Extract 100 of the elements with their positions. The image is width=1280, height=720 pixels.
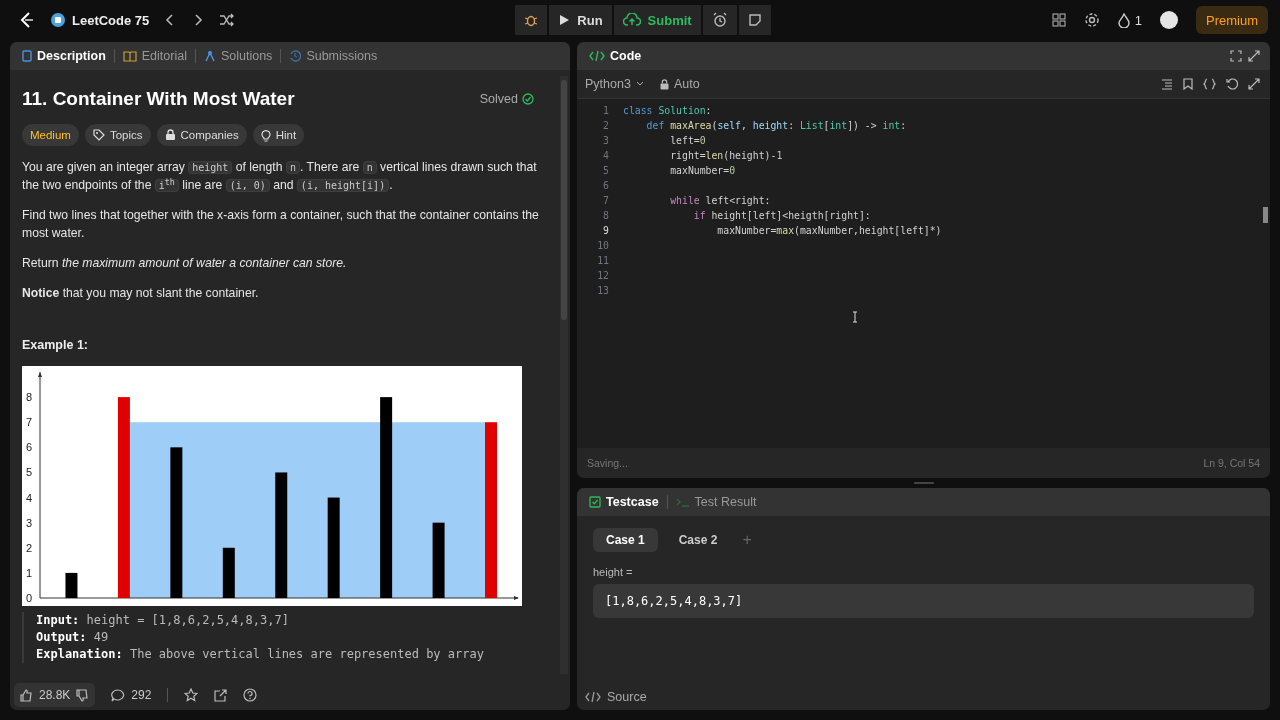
- like-count: 28.8K: [39, 688, 71, 702]
- scrollbar[interactable]: [1263, 207, 1268, 223]
- code-line: left=0: [669, 135, 706, 146]
- bookmark-icon[interactable]: [1183, 78, 1193, 90]
- tag-icon: [92, 129, 105, 141]
- tick-label: 1: [25, 566, 32, 579]
- tick-label: 7: [25, 416, 32, 429]
- tag-button[interactable]: Hint: [252, 124, 305, 146]
- braces-icon[interactable]: [1203, 78, 1216, 90]
- panel-tab[interactable]: Submissions: [287, 49, 380, 63]
- debug-button[interactable]: [515, 5, 548, 35]
- difficulty-badge: Medium: [22, 124, 79, 146]
- save-status: Saving...: [587, 457, 628, 469]
- text-cursor-icon: [852, 311, 858, 323]
- layout-icon[interactable]: [1051, 13, 1066, 27]
- panel-tab[interactable]: Editorial: [120, 49, 189, 63]
- example-heading: Example 1:: [22, 338, 89, 352]
- panel-tab[interactable]: Code: [587, 49, 644, 63]
- line-number: 13: [596, 285, 609, 296]
- bug-icon: [524, 13, 539, 27]
- help-icon[interactable]: [243, 688, 258, 702]
- description-text: Find two lines that together with the x-axis form a container, such that the container contains the most water.: [22, 207, 540, 242]
- line-number: 10: [596, 240, 609, 251]
- description-text: You are given an integer array height of length n . There are n vertical lines drawn such that the two endpoints of the i$^{th}$ line are (i, 0) and (i, height[i]) .: [22, 159, 538, 194]
- line-number: 2: [602, 120, 609, 131]
- comment-icon[interactable]: [111, 688, 126, 702]
- line-number: 7: [602, 195, 609, 206]
- code-line: right=len(height)-1: [669, 150, 783, 161]
- description-text: Return the maximum amount of water a container can store.: [22, 255, 348, 272]
- line-number: 11: [596, 255, 609, 266]
- line-number: 9: [602, 225, 609, 236]
- fullscreen-icon[interactable]: [1248, 50, 1260, 62]
- panel-tab[interactable]: Testcase: [587, 495, 661, 509]
- panel-tab[interactable]: Description: [20, 49, 108, 63]
- document-icon: [22, 50, 32, 62]
- alarm-icon: [711, 12, 728, 28]
- note-icon: [747, 13, 762, 27]
- tick-label: 4: [25, 491, 32, 504]
- example-text: Explanation: The above vertical lines are represented by array: [36, 646, 485, 663]
- code-line: if height[left]<heigth[right]:: [692, 210, 871, 221]
- settings-icon[interactable]: [1083, 12, 1100, 28]
- comment-count[interactable]: 292: [131, 688, 152, 702]
- code-line: def maxArea(self, height: List[int]) -> int:: [645, 120, 907, 131]
- code-line: maxNumber=0: [669, 165, 736, 176]
- description-text: Notice that you may not slant the container.: [22, 285, 260, 302]
- line-number: 6: [602, 180, 609, 191]
- maximize-icon[interactable]: [1230, 50, 1242, 62]
- premium-button[interactable]: Premium: [1196, 6, 1268, 34]
- streak-counter[interactable]: 1: [1117, 12, 1142, 28]
- tag-button[interactable]: Topics: [84, 124, 151, 146]
- tick-label: 2: [25, 541, 32, 554]
- lightbulb-icon: [260, 128, 271, 142]
- line-number: 4: [602, 150, 609, 161]
- study-plan-button[interactable]: LeetCode 75: [50, 12, 150, 28]
- solved-status: Solved: [479, 92, 518, 106]
- cloud-upload-icon: [622, 13, 641, 27]
- tick-label: 3: [25, 516, 32, 529]
- lock-icon: [164, 129, 176, 141]
- run-button[interactable]: Run: [549, 5, 612, 35]
- tick-label: 5: [25, 466, 32, 479]
- tick-label: 8: [25, 391, 32, 404]
- cursor-position: Ln 9, Col 54: [1203, 457, 1260, 469]
- chevron-down-icon: [635, 81, 644, 87]
- line-number: 5: [602, 165, 609, 176]
- case-tab[interactable]: Case 1: [593, 528, 658, 552]
- code-line: maxNumber=max(maxNumber,height[left]*): [716, 225, 942, 236]
- thumbs-down-icon[interactable]: [76, 688, 90, 702]
- code-icon: [589, 50, 605, 62]
- scrollbar[interactable]: [560, 76, 568, 674]
- reset-icon[interactable]: [1226, 78, 1238, 90]
- history-icon: [289, 50, 302, 62]
- language-dropdown[interactable]: Python3: [585, 77, 644, 91]
- format-icon[interactable]: [1161, 78, 1173, 90]
- star-icon[interactable]: [184, 688, 199, 702]
- tag-button[interactable]: Companies: [156, 124, 247, 146]
- source-link[interactable]: Source: [607, 690, 647, 704]
- panel-tab[interactable]: Test Result: [673, 495, 759, 509]
- code-line: class Solution:: [623, 105, 712, 116]
- shuffle-icon[interactable]: [219, 13, 236, 27]
- auto-mode-button[interactable]: Auto: [659, 77, 700, 91]
- avatar-icon[interactable]: [1160, 11, 1178, 29]
- submit-button[interactable]: Submit: [613, 5, 701, 35]
- expand-icon[interactable]: [1248, 78, 1260, 90]
- tick-label: 0: [25, 592, 32, 604]
- input-field[interactable]: [1,8,6,2,5,4,8,3,7]: [593, 584, 1254, 618]
- line-number: 3: [602, 135, 609, 146]
- terminal-icon: [675, 496, 690, 508]
- share-icon[interactable]: [214, 688, 228, 702]
- problem-title: 11. Container With Most Water: [22, 88, 295, 110]
- lock-icon: [659, 78, 669, 90]
- panel-tab[interactable]: Solutions: [201, 49, 275, 63]
- checkbox-icon: [589, 496, 601, 508]
- note-button[interactable]: [738, 5, 771, 35]
- case-tab[interactable]: Case 2: [665, 528, 731, 552]
- code-icon: [585, 691, 601, 703]
- vote-group[interactable]: 28.8K: [14, 683, 96, 707]
- thumbs-up-icon[interactable]: [20, 688, 33, 702]
- book-icon: [122, 50, 137, 62]
- alarm-button[interactable]: [702, 5, 737, 35]
- tick-label: 6: [25, 441, 32, 454]
